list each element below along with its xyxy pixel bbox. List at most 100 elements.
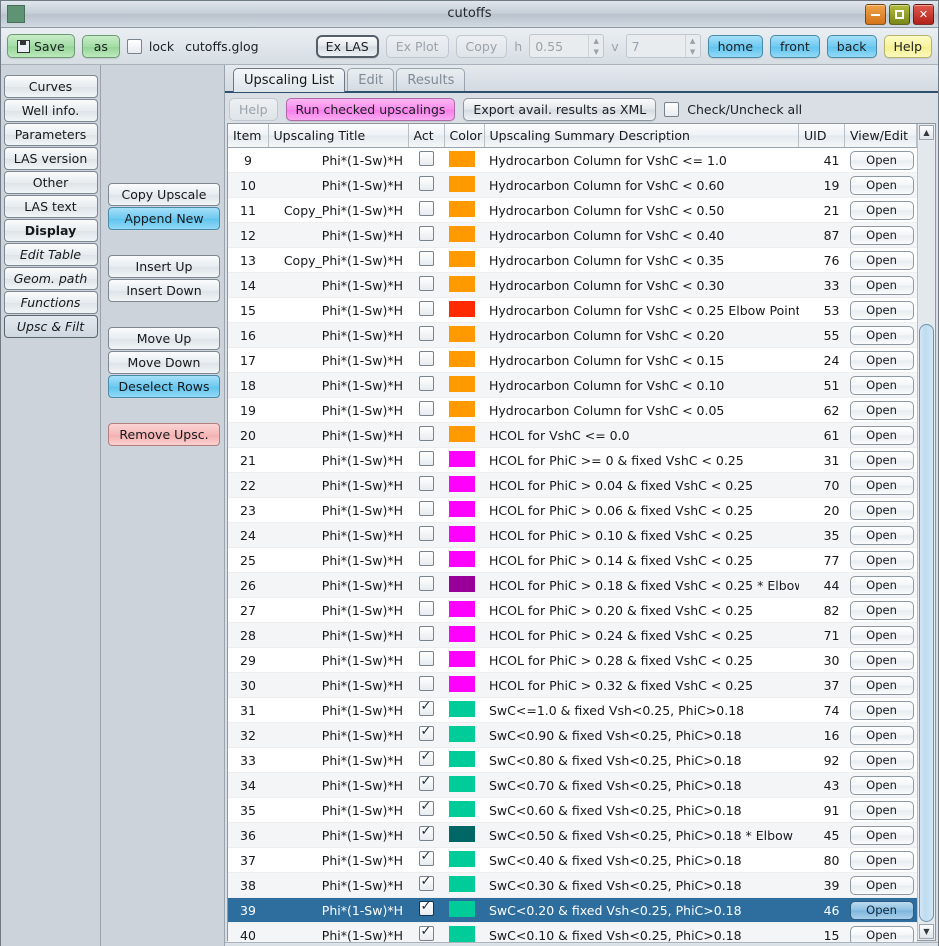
close-button[interactable]: ✕ [913, 4, 934, 25]
table-row[interactable]: 37Phi*(1-Sw)*H SwC<0.40 & fixed Vsh<0.25,… [228, 847, 917, 873]
open-button[interactable]: Open [849, 300, 914, 320]
open-button[interactable]: Open [849, 375, 914, 395]
row-act-checkbox[interactable] [418, 551, 434, 566]
open-button[interactable]: Open [849, 850, 914, 870]
open-button[interactable]: Open [849, 675, 914, 695]
save-as-button[interactable]: as [81, 34, 120, 58]
sidebar-item-functions[interactable]: Functions [3, 291, 98, 314]
help-button[interactable]: Help [883, 34, 932, 58]
open-button[interactable]: Open [849, 275, 914, 295]
row-act-checkbox[interactable] [418, 301, 434, 316]
deselect-rows-button[interactable]: Deselect Rows [108, 375, 220, 398]
color-swatch[interactable] [449, 200, 475, 217]
open-button[interactable]: Open [849, 825, 914, 845]
row-act-checkbox[interactable] [418, 626, 434, 641]
table-row[interactable]: 38Phi*(1-Sw)*H SwC<0.30 & fixed Vsh<0.25,… [228, 872, 917, 898]
remove-upscaling-button[interactable]: Remove Upsc. [108, 423, 220, 446]
row-act-checkbox[interactable] [418, 376, 434, 391]
row-act-checkbox[interactable] [418, 176, 434, 191]
row-act-checkbox[interactable] [418, 501, 434, 516]
table-row[interactable]: 9 Phi*(1-Sw)*H Hydrocarbon Column for VshC… [228, 147, 917, 173]
color-swatch[interactable] [449, 300, 475, 317]
column-header-act[interactable]: Act [408, 124, 445, 148]
v-up-icon[interactable]: ▲ [686, 35, 700, 46]
table-row[interactable]: 34Phi*(1-Sw)*H SwC<0.70 & fixed Vsh<0.25,… [228, 772, 917, 798]
open-button[interactable]: Open [849, 725, 914, 745]
open-button[interactable]: Open [849, 600, 914, 620]
open-button[interactable]: Open [849, 800, 914, 820]
color-swatch[interactable] [449, 150, 475, 167]
color-swatch[interactable] [449, 450, 475, 467]
row-act-checkbox[interactable] [418, 526, 434, 541]
table-row[interactable]: 30 Phi*(1-Sw)*H HCOL for PhiC > 0.32 & fix… [228, 672, 917, 698]
open-button[interactable]: Open [849, 775, 914, 795]
color-swatch[interactable] [449, 925, 475, 942]
column-header-view-edit[interactable]: View/Edit [844, 124, 917, 148]
open-button[interactable]: Open [849, 325, 914, 345]
color-swatch[interactable] [449, 675, 475, 692]
table-row[interactable]: 14 Phi*(1-Sw)*H Hydrocarbon Column for Vsh… [228, 272, 917, 298]
color-swatch[interactable] [449, 775, 475, 792]
v-stepper[interactable]: ▲▼ [625, 34, 701, 58]
color-swatch[interactable] [449, 600, 475, 617]
open-button[interactable]: Open [849, 700, 914, 720]
table-row[interactable]: 19 Phi*(1-Sw)*H Hydrocarbon Column for Vsh… [228, 397, 917, 423]
insert-down-button[interactable]: Insert Down [108, 279, 220, 302]
run-checked-upscalings-button[interactable]: Run checked upscalings [285, 97, 456, 121]
row-act-checkbox[interactable] [418, 476, 434, 491]
row-act-checkbox[interactable] [418, 426, 434, 441]
row-act-checkbox[interactable] [418, 924, 434, 941]
table-row[interactable]: 20 Phi*(1-Sw)*H HCOL for VshC <= 0.0 61 Open [228, 422, 917, 448]
color-swatch[interactable] [449, 425, 475, 442]
open-button[interactable]: Open [849, 400, 914, 420]
table-row[interactable]: 17 Phi*(1-Sw)*H Hydrocarbon Column for Vsh… [228, 347, 917, 373]
row-act-checkbox[interactable] [418, 899, 434, 916]
color-swatch[interactable] [449, 525, 475, 542]
front-button[interactable]: front [770, 34, 820, 58]
sidebar-item-geom-path[interactable]: Geom. path [3, 267, 98, 290]
table-row[interactable]: 24 Phi*(1-Sw)*H HCOL for PhiC > 0.10 & fix… [228, 522, 917, 548]
color-swatch[interactable] [449, 400, 475, 417]
open-button[interactable]: Open [849, 250, 914, 270]
color-swatch[interactable] [449, 725, 475, 742]
open-button[interactable]: Open [849, 550, 914, 570]
color-swatch[interactable] [449, 275, 475, 292]
tab-edit[interactable]: Edit [347, 68, 395, 91]
row-act-checkbox[interactable] [418, 576, 434, 591]
table-row[interactable]: 35Phi*(1-Sw)*H SwC<0.60 & fixed Vsh<0.25,… [228, 797, 917, 823]
table-row[interactable]: 27 Phi*(1-Sw)*H HCOL for PhiC > 0.20 & fix… [228, 597, 917, 623]
h-input[interactable] [530, 35, 589, 57]
export-xml-button[interactable]: Export avail. results as XML [463, 97, 657, 121]
open-button[interactable]: Open [849, 750, 914, 770]
sidebar-item-well-info[interactable]: Well info. [3, 99, 98, 122]
color-swatch[interactable] [449, 250, 475, 267]
row-act-checkbox[interactable] [418, 451, 434, 466]
row-act-checkbox[interactable] [418, 326, 434, 341]
move-down-button[interactable]: Move Down [108, 351, 220, 374]
table-row[interactable]: 11 Copy_Phi*(1-Sw)*H Hydrocarbon Column fo… [228, 197, 917, 223]
open-button[interactable]: Open [849, 875, 914, 895]
open-button[interactable]: Open [849, 175, 914, 195]
color-swatch[interactable] [449, 750, 475, 767]
open-button[interactable]: Open [849, 450, 914, 470]
row-act-checkbox[interactable] [418, 749, 434, 766]
row-act-checkbox[interactable] [418, 799, 434, 816]
table-row[interactable]: 28 Phi*(1-Sw)*H HCOL for PhiC > 0.24 & fix… [228, 622, 917, 648]
row-act-checkbox[interactable] [418, 201, 434, 216]
scroll-down-icon[interactable]: ▼ [919, 924, 934, 939]
sidebar-item-las-text[interactable]: LAS text [3, 195, 98, 218]
h-stepper[interactable]: ▲▼ [529, 34, 605, 58]
table-row[interactable]: 21 Phi*(1-Sw)*H HCOL for PhiC >= 0 & fixed… [228, 447, 917, 473]
color-swatch[interactable] [449, 875, 475, 892]
column-header-color[interactable]: Color [444, 124, 485, 148]
h-up-icon[interactable]: ▲ [589, 35, 603, 46]
row-act-checkbox[interactable] [418, 824, 434, 841]
check-uncheck-all-checkbox[interactable] [664, 101, 680, 117]
table-row[interactable]: 15 Phi*(1-Sw)*H Hydrocarbon Column for Vsh… [228, 297, 917, 323]
table-row[interactable]: 13 Copy_Phi*(1-Sw)*H Hydrocarbon Column fo… [228, 247, 917, 273]
open-button[interactable]: Open [849, 900, 914, 920]
color-swatch[interactable] [449, 375, 475, 392]
row-act-checkbox[interactable] [418, 601, 434, 616]
row-act-checkbox[interactable] [418, 774, 434, 791]
back-button[interactable]: back [826, 34, 877, 58]
